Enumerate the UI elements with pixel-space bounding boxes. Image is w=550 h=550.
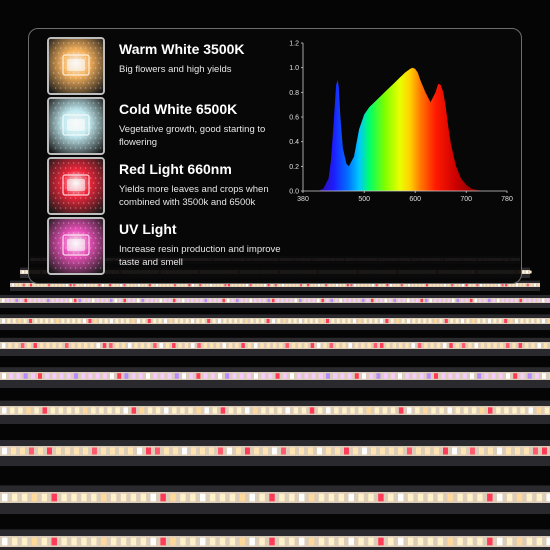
spectrum-area [318, 67, 482, 191]
light-description: Increase resin production and improve ta… [119, 244, 281, 268]
light-title: Cold White 6500K [119, 101, 238, 117]
light-title: UV Light [119, 221, 177, 237]
light-description: Yields more leaves and crops when combin… [119, 184, 269, 208]
light-row-red-660nm: Red Light 660nm Yields more leaves and c… [47, 157, 297, 219]
light-title: Red Light 660nm [119, 161, 232, 177]
light-spectrum-panel: Warm White 3500K Big flowers and high yi… [28, 28, 522, 284]
y-tick-label: 0.4 [289, 139, 299, 146]
y-tick-label: 0.8 [289, 90, 299, 97]
warm-white-led-chip-icon [47, 37, 105, 95]
x-tick-label: 500 [358, 196, 370, 203]
spectrum-chart-svg: 0.0 0.2 0.4 0.6 0.8 1.0 1.2 380 500 600 700 780 [289, 41, 513, 204]
light-description: Vegetative growth, good starting to flow… [119, 124, 266, 148]
x-tick-label: 780 [501, 196, 513, 203]
x-tick-label: 700 [460, 196, 472, 203]
x-tick-label: 600 [409, 196, 421, 203]
uv-led-chip-icon [47, 217, 105, 275]
light-row-cold-white: Cold White 6500K Vegetative growth, good… [47, 97, 297, 159]
spectrum-chart: 0.0 0.2 0.4 0.6 0.8 1.0 1.2 380 500 600 700 780 [285, 37, 517, 217]
x-tick-label: 380 [297, 196, 309, 203]
light-title: Warm White 3500K [119, 41, 245, 57]
light-row-warm-white: Warm White 3500K Big flowers and high yi… [47, 37, 297, 99]
red-led-chip-icon [47, 157, 105, 215]
y-tick-label: 0.0 [289, 189, 299, 196]
y-tick-label: 1.2 [289, 41, 299, 48]
cold-white-led-chip-icon [47, 97, 105, 155]
y-tick-label: 0.2 [289, 164, 299, 171]
light-row-uv: UV Light Increase resin production and i… [47, 217, 297, 279]
light-description: Big flowers and high yields [119, 64, 232, 75]
y-tick-label: 0.6 [289, 115, 299, 122]
y-tick-label: 1.0 [289, 65, 299, 72]
